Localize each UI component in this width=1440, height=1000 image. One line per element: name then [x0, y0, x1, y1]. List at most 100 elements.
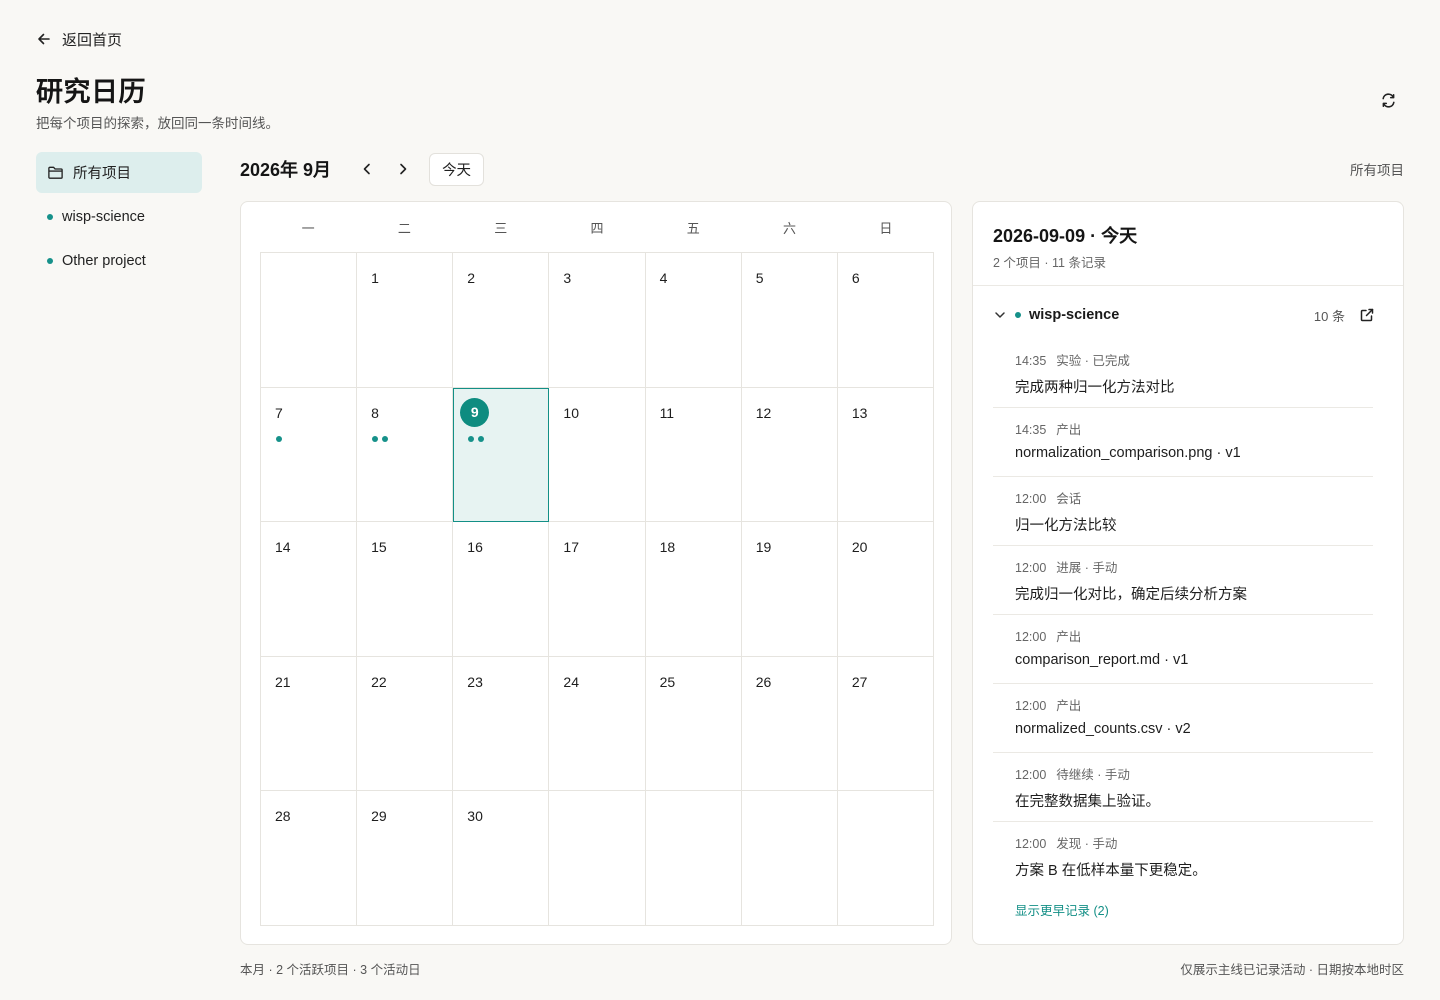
calendar-day-cell[interactable]: 11 [645, 387, 742, 523]
chevron-down-icon[interactable] [993, 308, 1007, 322]
calendar-day-cell[interactable]: 29 [357, 791, 454, 926]
day-number: 9 [460, 397, 490, 427]
entry-text: 方案 B 在低样本量下更稳定。 [1015, 863, 1207, 879]
calendar-day-cell[interactable]: 10 [549, 387, 646, 523]
weekday-header: 一 二 三 四 五 六 日 [260, 216, 934, 242]
sidebar-item-other-project[interactable]: Other project [36, 240, 202, 281]
entry-meta: 12:00 会话 [1015, 488, 1373, 506]
day-number: 30 [467, 808, 483, 825]
calendar-day-cell[interactable]: 22 [357, 656, 454, 792]
refresh-button[interactable] [1376, 88, 1400, 112]
calendar-day-cell[interactable]: 25 [645, 656, 742, 792]
back-home-link[interactable]: 返回首页 [36, 28, 122, 50]
folder-icon [48, 166, 63, 179]
back-home-label: 返回首页 [62, 31, 123, 49]
calendar-day-cell[interactable]: 26 [741, 656, 838, 792]
calendar-day-cell[interactable]: 18 [645, 522, 742, 657]
activity-dots [468, 435, 485, 442]
chevron-left-icon [363, 163, 370, 175]
weekday-label: 五 [686, 221, 700, 236]
calendar-day-cell[interactable]: 15 [357, 522, 454, 657]
activity-entry[interactable]: 12:00 产出 normalized_counts.csv · v2 [993, 684, 1373, 753]
calendar-day-cell[interactable]: 16 [453, 522, 550, 657]
activity-entry[interactable]: 12:00 会话 归一化方法比较 [993, 477, 1373, 546]
calendar-day-cell[interactable]: 28 [261, 791, 358, 926]
entry-text: 在完整数据集上验证。 [1015, 794, 1160, 810]
entry-text: 完成归一化对比，确定后续分析方案 [1015, 587, 1247, 603]
calendar-day-cell[interactable]: 8 [357, 387, 454, 523]
entry-type: 产出 [1056, 423, 1082, 437]
activity-entry[interactable]: 12:00 发现 · 手动 方案 B 在低样本量下更稳定。 [993, 822, 1373, 891]
activity-dot [478, 435, 485, 442]
detail-date-title: 2026-09-09 · 今天 [993, 226, 1138, 246]
calendar-day-cell[interactable]: 14 [261, 522, 358, 657]
calendar-header: 2026年 9月 今天 所有项目 [240, 152, 1404, 186]
sidebar-item-wisp-science[interactable]: wisp-science [36, 196, 202, 237]
calendar-day-cell[interactable]: 19 [741, 522, 838, 657]
day-number: 10 [563, 404, 579, 421]
calendar-day-cell[interactable]: 27 [837, 656, 934, 792]
day-number: 24 [563, 673, 579, 690]
project-entry-count: 10 条 [1313, 308, 1345, 324]
calendar-day-cell[interactable]: 6 [837, 253, 934, 388]
day-number: 17 [563, 539, 579, 556]
activity-dot [468, 435, 475, 442]
weekday-label: 六 [783, 221, 797, 236]
calendar-day-cell[interactable]: 21 [261, 656, 358, 792]
calendar-empty-cell [549, 791, 646, 926]
day-number: 11 [659, 404, 675, 421]
external-link-icon[interactable] [1359, 307, 1375, 323]
day-number: 29 [371, 808, 387, 825]
entry-time: 12:00 [1015, 768, 1047, 782]
activity-entry[interactable]: 12:00 进展 · 手动 完成归一化对比，确定后续分析方案 [993, 546, 1373, 615]
divider [973, 285, 1403, 286]
weekday-label: 三 [494, 221, 508, 236]
entry-time: 12:00 [1015, 630, 1047, 644]
calendar-day-cell[interactable]: 9 [453, 387, 550, 523]
day-number: 18 [659, 539, 676, 556]
calendar-day-cell[interactable]: 24 [549, 656, 646, 792]
activity-dot [276, 435, 282, 442]
today-button[interactable]: 今天 [429, 152, 485, 186]
day-number: 16 [467, 539, 483, 556]
day-number: 21 [275, 673, 291, 690]
project-filter[interactable]: 所有项目 [1350, 159, 1404, 179]
calendar-day-cell[interactable]: 12 [741, 387, 838, 523]
sidebar-item-label: wisp-science [62, 208, 145, 225]
calendar-day-cell[interactable]: 7 [261, 387, 358, 523]
calendar-day-cell[interactable]: 1 [357, 253, 454, 388]
calendar-day-cell[interactable]: 3 [549, 253, 646, 388]
project-color-dot [1015, 312, 1021, 318]
activity-entry[interactable]: 12:00 待继续 · 手动 在完整数据集上验证。 [993, 753, 1373, 822]
entry-meta: 14:35 产出 [1015, 419, 1373, 437]
day-detail-panel: 2026-09-09 · 今天 2 个项目 · 11 条记录 wisp-scie… [972, 201, 1404, 945]
entry-meta: 14:35 实验 · 已完成 [1015, 350, 1373, 368]
day-number: 27 [851, 673, 868, 690]
activity-entry[interactable]: 14:35 实验 · 已完成 完成两种归一化方法对比 [993, 339, 1373, 408]
calendar-day-cell[interactable]: 17 [549, 522, 646, 657]
activity-entry[interactable]: 14:35 产出 normalization_comparison.png · v1 [993, 408, 1373, 477]
sidebar-item-all-projects[interactable]: 所有项目 [36, 152, 202, 193]
entry-time: 14:35 [1015, 354, 1047, 368]
day-number: 8 [371, 404, 379, 421]
entry-type: 会话 [1056, 492, 1082, 506]
day-number: 1 [371, 270, 379, 286]
calendar-day-cell[interactable]: 20 [837, 522, 934, 657]
calendar-day-cell[interactable]: 2 [453, 253, 550, 388]
entry-text: normalization_comparison.png · v1 [1015, 445, 1241, 461]
next-month-button[interactable] [389, 155, 417, 183]
weekday-label: 一 [301, 221, 315, 236]
calendar-day-cell[interactable]: 23 [453, 656, 550, 792]
show-earlier-link[interactable]: 显示更早记录 (2) [1015, 900, 1109, 919]
calendar-day-cell[interactable]: 4 [645, 253, 742, 388]
calendar-empty-cell [741, 791, 838, 926]
calendar-day-cell[interactable]: 30 [453, 791, 550, 926]
activity-entry[interactable]: 12:00 产出 comparison_report.md · v1 [993, 615, 1373, 684]
prev-month-button[interactable] [353, 155, 381, 183]
day-number: 19 [755, 539, 772, 556]
calendar-day-cell[interactable]: 13 [837, 387, 934, 523]
month-label: 2026年 9月 [240, 160, 332, 180]
calendar-day-cell[interactable]: 5 [741, 253, 838, 388]
project-group-header: wisp-science 10 条 [993, 302, 1375, 328]
activity-dot [372, 435, 379, 442]
